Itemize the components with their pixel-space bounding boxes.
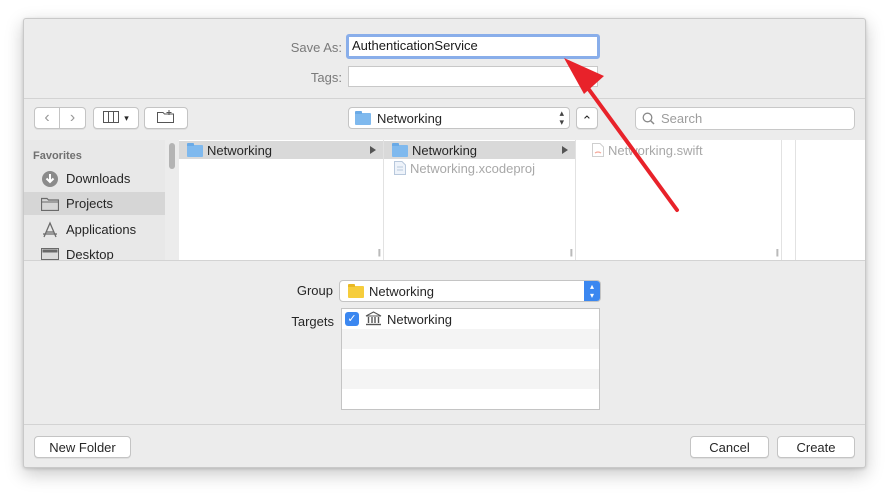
- group-label: Group: [296, 283, 333, 298]
- applications-icon: [41, 220, 59, 239]
- location-popup[interactable]: Networking ▴ ▾: [348, 107, 570, 129]
- targets-label: Targets: [291, 314, 334, 329]
- targets-list: ✓ Networking: [341, 308, 600, 410]
- list-item-label: Networking: [207, 142, 273, 158]
- target-row[interactable]: ✓ Networking: [342, 309, 599, 329]
- empty-row: [342, 389, 599, 409]
- target-bank-icon: [365, 311, 382, 329]
- favorites-heading: Favorites: [33, 150, 82, 162]
- folder-plus-icon: [157, 110, 175, 126]
- group-value: Networking: [369, 283, 435, 299]
- updown-chevron-icon: ▴ ▾: [584, 281, 600, 301]
- new-folder-button[interactable]: New Folder: [34, 436, 131, 458]
- back-button[interactable]: ‹: [34, 107, 60, 129]
- empty-row: [342, 329, 599, 349]
- swift-file-icon: [592, 143, 604, 157]
- list-item-label: Networking.xcodeproj: [410, 160, 536, 176]
- sidebar-item-applications[interactable]: Applications: [24, 218, 165, 241]
- empty-row: [342, 349, 599, 369]
- search-field[interactable]: Search: [635, 107, 855, 130]
- create-button[interactable]: Create: [777, 436, 855, 458]
- chevron-right-icon: ›: [69, 109, 76, 126]
- separator-bottom: [24, 424, 865, 425]
- column-browser: Networking || Networking Networking.xcod…: [179, 140, 865, 260]
- tags-label: Tags:: [310, 70, 342, 85]
- forward-button[interactable]: ›: [60, 107, 86, 129]
- xcodeproj-file-icon: [394, 161, 406, 175]
- search-placeholder: Search: [661, 111, 703, 126]
- save-as-field[interactable]: AuthenticationService: [346, 34, 600, 59]
- view-mode-button[interactable]: ▾: [93, 107, 139, 129]
- cancel-label: Cancel: [709, 439, 750, 455]
- checkbox-checked-icon[interactable]: ✓: [345, 312, 359, 326]
- sidebar: Favorites Downloads Projects Application…: [24, 140, 165, 260]
- disclosure-arrow-icon: [562, 146, 568, 154]
- create-label: Create: [796, 439, 836, 455]
- tags-field[interactable]: [348, 66, 598, 87]
- browser-column-3: Networking.swift ||: [576, 140, 782, 260]
- group-popup[interactable]: Networking ▴ ▾: [339, 280, 601, 302]
- list-item[interactable]: Networking: [179, 141, 383, 159]
- download-icon: [41, 170, 59, 188]
- chevron-up-icon: ⌃: [581, 112, 593, 128]
- browser-column-1: Networking ||: [179, 140, 384, 260]
- browser-column-4: [782, 140, 796, 260]
- folder-icon: [392, 143, 408, 157]
- folder-icon: [355, 111, 371, 125]
- list-item-label: Networking: [412, 142, 478, 158]
- separator-top: [24, 98, 865, 99]
- column-resize-handle[interactable]: ||: [570, 248, 573, 257]
- browser-column-2: Networking Networking.xcodeproj ||: [384, 140, 576, 260]
- desktop-icon: [41, 246, 59, 261]
- separator-middle: [24, 260, 865, 261]
- chevron-left-icon: ‹: [44, 109, 50, 126]
- column-resize-handle[interactable]: ||: [776, 248, 779, 257]
- sidebar-item-label: Downloads: [66, 171, 131, 186]
- sidebar-item-label: Projects: [66, 196, 113, 211]
- sidebar-item-desktop[interactable]: Desktop: [24, 243, 165, 260]
- list-item[interactable]: Networking.swift: [576, 141, 781, 159]
- collapse-button[interactable]: ⌃: [576, 107, 598, 129]
- search-icon: [642, 112, 655, 125]
- new-folder-label: New Folder: [49, 439, 116, 455]
- sidebar-item-projects[interactable]: Projects: [24, 192, 165, 215]
- target-label: Networking: [387, 312, 453, 327]
- sidebar-item-label: Desktop: [66, 247, 114, 260]
- sidebar-item-label: Applications: [66, 222, 137, 237]
- column-resize-handle[interactable]: ||: [378, 248, 381, 257]
- empty-row: [342, 369, 599, 389]
- list-item[interactable]: Networking.xcodeproj: [384, 159, 575, 177]
- folder-outline-icon: [41, 195, 59, 213]
- save-as-label: Save As:: [290, 40, 342, 55]
- save-as-value: AuthenticationService: [352, 38, 478, 53]
- list-item-label: Networking.swift: [608, 142, 703, 158]
- sidebar-scrollbar[interactable]: [169, 143, 175, 169]
- chevron-down-icon: ▾: [124, 112, 129, 123]
- columns-view-icon: [103, 110, 123, 126]
- disclosure-arrow-icon: [370, 146, 376, 154]
- new-folder-toolbar-button[interactable]: [144, 107, 188, 129]
- folder-icon: [348, 284, 364, 298]
- updown-chevron-icon: ▴ ▾: [559, 108, 564, 127]
- location-label: Networking: [377, 110, 443, 126]
- sidebar-item-downloads[interactable]: Downloads: [24, 167, 165, 190]
- save-dialog: Save As: AuthenticationService Tags: ‹ ›…: [23, 18, 866, 468]
- list-item[interactable]: Networking: [384, 141, 575, 159]
- cancel-button[interactable]: Cancel: [690, 436, 769, 458]
- folder-icon: [187, 143, 203, 157]
